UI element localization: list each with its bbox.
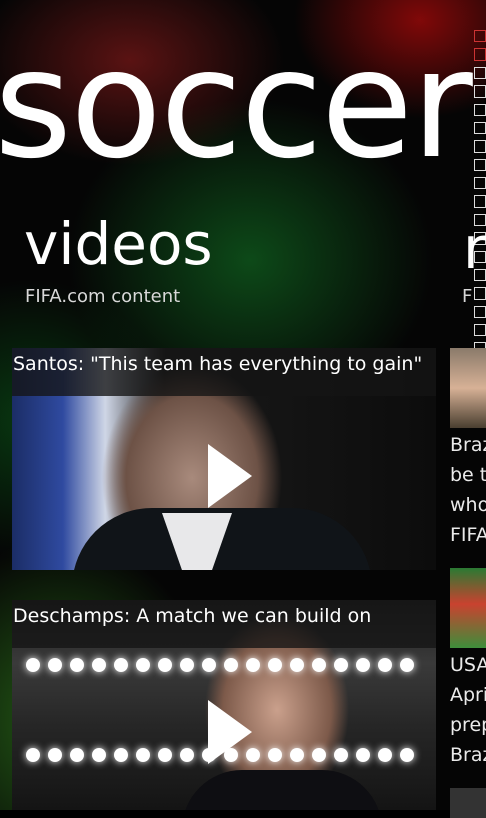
news-item-text: USA Apri prep Braz [450, 654, 486, 766]
video-caption: Santos: "This team has everything to gai… [12, 348, 436, 396]
app-title: soccer [0, 18, 473, 192]
section-title[interactable]: videos [24, 212, 213, 276]
video-tile[interactable]: Deschamps: A match we can build on [12, 600, 436, 810]
news-thumbnail [450, 568, 486, 648]
next-section-subtitle: F [462, 286, 473, 307]
next-section-title[interactable]: r [463, 214, 486, 282]
news-thumbnail [450, 348, 486, 428]
play-icon[interactable] [208, 444, 252, 508]
news-thumbnail [450, 788, 486, 818]
play-icon[interactable] [208, 700, 252, 764]
news-item-text: Braz be th who FIFA [450, 434, 486, 546]
video-tile[interactable]: Santos: "This team has everything to gai… [12, 348, 436, 570]
section-subtitle: FIFA.com content [25, 286, 181, 307]
video-caption: Deschamps: A match we can build on [12, 600, 436, 648]
